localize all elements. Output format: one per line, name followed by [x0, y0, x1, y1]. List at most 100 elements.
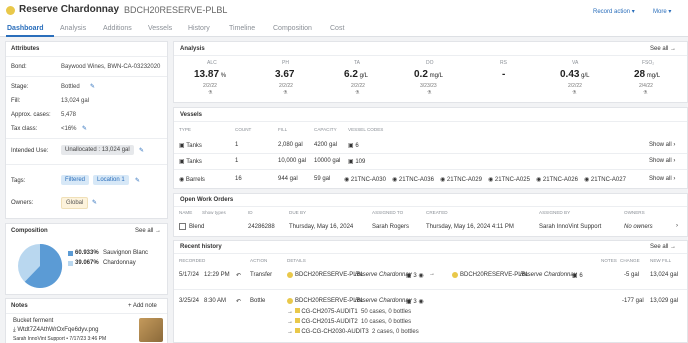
tab-history[interactable]: History — [188, 25, 210, 32]
owner-global: Global — [61, 197, 89, 209]
analysis-title: Analysis — [180, 46, 205, 52]
metric-va-name: VA — [572, 60, 579, 66]
vessel-code[interactable]: ◉ 21TNC-A029 — [440, 176, 482, 183]
vessel-capacity: 59 gal — [314, 176, 331, 182]
tab-analysis[interactable]: Analysis — [60, 25, 86, 32]
col-due-by: DUE BY — [289, 210, 307, 215]
record-action-button[interactable]: Record action ▾ — [593, 8, 635, 15]
active-tab-indicator — [6, 35, 54, 37]
add-note-button[interactable]: + Add note — [128, 303, 157, 309]
more-button[interactable]: More ▾ — [653, 8, 671, 15]
tab-cost[interactable]: Cost — [330, 25, 344, 32]
tab-additions[interactable]: Additions — [103, 25, 132, 32]
lot-code: BDCH20RESERVE-PLBL — [124, 5, 228, 15]
vessel-capacity: 10000 gal — [314, 158, 341, 164]
note-image-thumbnail[interactable] — [139, 318, 163, 342]
vessel-code[interactable]: ◉ 21TNC-A026 — [536, 176, 578, 183]
metric-alc-flask-icon: ⚗ — [208, 90, 213, 96]
vessel-capacity: 4200 gal — [314, 142, 338, 148]
col-assigned-to: ASSIGNED TO — [372, 210, 404, 215]
metric-va-date: 2/2/22 — [568, 83, 582, 89]
history-see-all-link[interactable]: See all → — [650, 244, 676, 250]
history-lot-dest[interactable]: BDCH20RESERVE-PLBL — [460, 272, 529, 278]
vessel-type: ◉ Barrels — [179, 177, 205, 183]
analysis-see-all-link[interactable]: See all → — [650, 46, 676, 52]
history-variety-dest: Reserve Chardonnay — [520, 272, 577, 278]
col-created: CREATED — [426, 210, 448, 215]
notes-title: Notes — [11, 303, 28, 309]
history-change: -5 gal — [624, 272, 640, 278]
fill-label: Fill: — [11, 98, 21, 104]
vessel-code[interactable]: ◉ 21TNC-A027 — [584, 176, 626, 183]
vessel-show-all-link[interactable]: Show all › — [649, 158, 675, 164]
work-order-id: 24286288 — [248, 224, 275, 230]
history-new-fill: 13,029 gal — [650, 298, 679, 304]
col-vessel-codes: VESSEL CODES — [348, 127, 384, 132]
tab-dashboard[interactable]: Dashboard — [7, 25, 44, 32]
work-order-assigned-to: Sarah Rogers — [372, 224, 410, 230]
metric-rs-name: RS — [500, 60, 507, 66]
vessel-show-all-link[interactable]: Show all › — [649, 176, 675, 182]
owners-label: Owners: — [11, 200, 34, 206]
tab-vessels[interactable]: Vessels — [148, 25, 172, 32]
history-new-fill: 13,024 gal — [650, 272, 679, 278]
history-vessel-count: ▣ 3 ◉ — [406, 299, 424, 305]
lot-dot-icon — [452, 272, 458, 278]
vessel-code[interactable]: ▣ 6 — [348, 142, 359, 149]
bottling-sub-row: → CG-CH2015-AUDIT2 10 cases, 0 bottles — [287, 318, 412, 325]
history-title: Recent history — [180, 244, 222, 250]
vessel-fill: 2,080 gal — [278, 142, 303, 148]
work-order-created: Thursday, May 16, 2024 4:11 PM — [426, 224, 514, 230]
tag-filtered: Filtered — [61, 175, 90, 185]
tax-class-value: <16% — [61, 126, 77, 132]
metric-alc-value: 13.87 % — [194, 69, 227, 80]
col-fill: FILL — [278, 127, 288, 132]
note-attachment-link[interactable]: ⤓ Wtdt7Z4AthWrOxFqe6dyv.png — [13, 327, 98, 334]
vessels-title: Vessels — [180, 112, 203, 118]
history-date: 3/25/24 — [179, 298, 200, 304]
history-undo-icon[interactable]: ↶ — [236, 298, 241, 305]
tab-timeline[interactable]: Timeline — [229, 25, 255, 32]
bottling-sub-row: → CG-CH2075-AUDIT1 50 cases, 0 bottles — [287, 308, 412, 315]
vessel-code[interactable]: ◉ 21TNC-A030 — [344, 176, 386, 183]
composition-see-all-link[interactable]: See all → — [135, 228, 161, 234]
comp-pct-2: 39.067% — [75, 260, 99, 266]
edit-stage-icon[interactable]: ✎ — [90, 83, 95, 90]
edit-tags-icon[interactable]: ✎ — [135, 177, 140, 184]
work-order-open-icon[interactable]: › — [676, 223, 678, 229]
metric-va-flask-icon: ⚗ — [572, 90, 577, 96]
col-action: ACTION — [250, 258, 268, 263]
intended-use-value: Unallocated : 13,024 gal — [61, 145, 134, 155]
edit-tax-icon[interactable]: ✎ — [82, 125, 87, 132]
work-order-checkbox[interactable] — [179, 223, 186, 230]
col-count: COUNT — [235, 127, 252, 132]
show-types-link[interactable]: Show types — [202, 210, 226, 215]
metric-ta-date: 2/2/22 — [351, 83, 365, 89]
attributes-panel: Attributes Bond: Baywood Wines, BWN-CA-0… — [5, 41, 168, 219]
history-lot[interactable]: BDCH20RESERVE-PLBL — [295, 272, 364, 278]
col-change: CHANGE — [620, 258, 640, 263]
lot-status-dot — [6, 6, 15, 15]
col-notes: NOTES — [601, 258, 617, 263]
history-undo-icon[interactable]: ↶ — [236, 272, 241, 279]
vessel-code[interactable]: ◉ 21TNC-A025 — [488, 176, 530, 183]
cases-label: Approx. cases: — [11, 112, 51, 118]
tab-composition[interactable]: Composition — [273, 25, 312, 32]
stage-label: Stage: — [11, 84, 29, 90]
work-order-name: Blend — [189, 224, 205, 230]
vessel-code[interactable]: ◉ 21TNC-A036 — [392, 176, 434, 183]
metric-fso2-date: 2/4/22 — [639, 83, 653, 89]
vessel-type: ▣ Tanks — [179, 143, 202, 149]
edit-owners-icon[interactable]: ✎ — [92, 199, 97, 206]
tab-bar: Dashboard Analysis Additions Vessels His… — [0, 22, 688, 37]
metric-ph-name: PH — [282, 60, 289, 66]
history-lot[interactable]: BDCH20RESERVE-PLBL — [295, 298, 364, 304]
metric-fso2-flask-icon: ⚗ — [643, 90, 648, 96]
vessel-count: 1 — [235, 158, 239, 164]
comp-pct-1: 60.933% — [75, 250, 99, 256]
work-order-owners: No owners — [624, 224, 653, 230]
edit-intended-use-icon[interactable]: ✎ — [139, 147, 144, 154]
vessel-code[interactable]: ▣ 109 — [348, 158, 365, 165]
vessel-show-all-link[interactable]: Show all › — [649, 142, 675, 148]
work-order-assigned-by: Sarah InnoVint Support — [539, 224, 602, 230]
